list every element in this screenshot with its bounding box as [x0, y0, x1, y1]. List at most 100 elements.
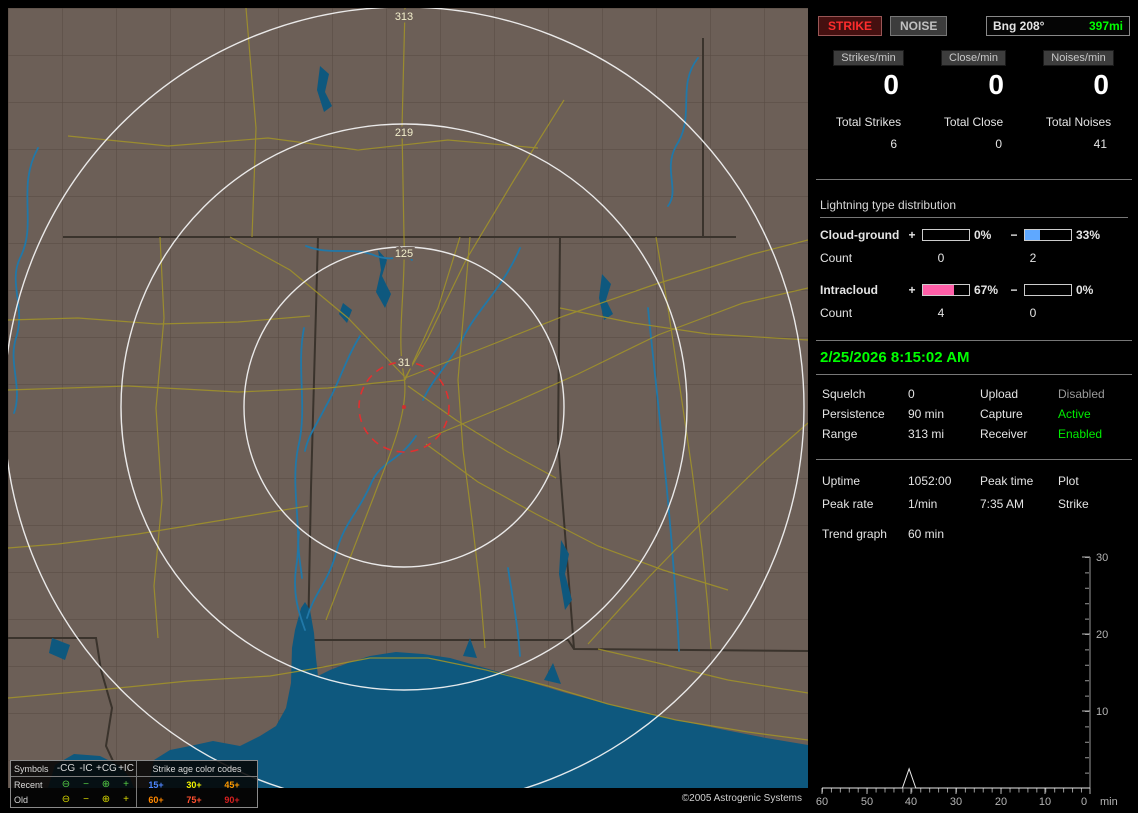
uptime-label: Uptime — [822, 474, 861, 488]
datetime-display: 2/25/2026 8:15:02 AM — [820, 349, 970, 366]
pos-cg-symbol-icon: ⊕ — [101, 778, 111, 790]
bearing-label: Bng 208° — [993, 19, 1045, 33]
peak-rate-label: Peak rate — [822, 497, 874, 511]
plus-sign: + — [908, 228, 916, 242]
total-strikes: Total Strikes 6 — [816, 115, 921, 151]
legend-row-label: Old — [14, 794, 29, 805]
separator — [816, 179, 1132, 180]
trend-graph: 30 20 10 60 50 40 30 20 10 0 min — [816, 552, 1118, 808]
neg-cg-symbol-icon: ⊖ — [61, 778, 71, 790]
legend-age-header: Strike age color codes — [136, 761, 257, 776]
legend-col-neg-ic: -IC — [79, 762, 93, 774]
age-code: 60+ — [148, 794, 164, 805]
total-close-value: 0 — [995, 137, 1002, 151]
trend-line — [822, 767, 1090, 789]
neg-ic-symbol-icon: − — [83, 778, 89, 790]
age-code: 45+ — [224, 779, 240, 790]
minus-bar — [1024, 229, 1072, 241]
total-strikes-label: Total Strikes — [835, 115, 902, 129]
minus-sign: − — [1010, 283, 1018, 297]
receiver-status: Enabled — [1058, 427, 1103, 441]
y-tick-label: 30 — [1096, 552, 1108, 564]
minus-bar — [1024, 284, 1072, 296]
plus-bar-fill — [923, 285, 954, 295]
range-ring-label: 219 — [395, 127, 413, 139]
persistence-label: Persistence — [822, 407, 885, 421]
plus-sign: + — [908, 283, 916, 297]
minus-percent: 33% — [1076, 228, 1101, 242]
pos-ic-symbol-icon: + — [123, 793, 129, 805]
plot-toggle-row: STRIKE NOISE Bng 208° 397mi — [816, 8, 1132, 36]
map-area: 313 219 125 31 Symbols -CG -IC +CG +IC S… — [8, 8, 808, 808]
plus-count: 0 — [937, 251, 945, 265]
legend-old-row: Old ⊖ − ⊕ + 60+ 75+ 90+ — [11, 792, 257, 807]
count-label: Count — [820, 306, 853, 320]
upload-status: Disabled — [1058, 387, 1105, 401]
y-tick-label: 10 — [1096, 706, 1108, 718]
map-canvas[interactable]: 313 219 125 31 — [8, 8, 808, 788]
legend-header-row: Symbols -CG -IC +CG +IC Strike age color… — [11, 761, 257, 777]
range-value: 313 mi — [908, 427, 945, 441]
major-ticks — [821, 556, 1091, 794]
strike-button[interactable]: STRIKE — [818, 16, 883, 36]
bearing-display: Bng 208° 397mi — [986, 16, 1130, 36]
detector-location — [402, 405, 406, 409]
receiver-label: Receiver — [980, 427, 1028, 441]
trend-graph-window: 60 min — [908, 527, 945, 541]
distribution-type-label: Cloud-ground — [820, 228, 900, 242]
noises-per-min-label[interactable]: Noises/min — [1043, 50, 1114, 66]
pos-cg-symbol-icon: ⊕ — [101, 793, 111, 805]
minus-count: 2 — [1029, 251, 1037, 265]
plus-bar — [922, 229, 970, 241]
distribution-type-label: Intracloud — [820, 283, 879, 297]
age-code: 75+ — [186, 794, 202, 805]
x-axis-unit: min — [1100, 796, 1118, 808]
upload-label: Upload — [980, 387, 1019, 401]
strikes-per-min-label[interactable]: Strikes/min — [833, 50, 904, 66]
neg-ic-symbol-icon: − — [83, 793, 89, 805]
count-label: Count — [820, 251, 853, 265]
plus-count: 4 — [937, 306, 945, 320]
persistence-value: 90 min — [908, 407, 945, 421]
x-tick-label: 50 — [861, 796, 873, 808]
age-code: 90+ — [224, 794, 240, 805]
y-tick-label: 20 — [1096, 629, 1108, 641]
status-panel: STRIKE NOISE Bng 208° 397mi Strikes/min … — [816, 8, 1132, 808]
x-tick-label: 30 — [950, 796, 962, 808]
pos-ic-symbol-icon: + — [123, 778, 129, 790]
plus-percent: 0% — [974, 228, 992, 242]
neg-cg-symbol-icon: ⊖ — [61, 793, 71, 805]
rates-row: Strikes/min 0 Close/min 0 Noises/min 0 — [816, 50, 1132, 101]
plus-bar — [922, 284, 970, 296]
total-close-label: Total Close — [943, 115, 1004, 129]
cloud-ground-count-row: Count 0 2 — [820, 251, 1128, 265]
bearing-distance: 397mi — [1088, 19, 1123, 33]
total-strikes-value: 6 — [890, 137, 897, 151]
legend-row-label: Recent — [14, 779, 43, 790]
distribution-title: Lightning type distribution — [820, 198, 1128, 218]
strikes-per-min-value: 0 — [883, 69, 899, 100]
totals-row: Total Strikes 6 Total Close 0 Total Nois… — [816, 115, 1132, 151]
close-per-min-label[interactable]: Close/min — [941, 50, 1006, 66]
total-noises: Total Noises 41 — [1026, 115, 1131, 151]
uptime-value: 1052:00 — [908, 474, 952, 488]
plot-value: Strike — [1058, 497, 1089, 511]
noise-button[interactable]: NOISE — [890, 16, 948, 36]
legend-col-neg-cg: -CG — [56, 762, 76, 774]
age-code: 30+ — [186, 779, 202, 790]
range-ring-label: 313 — [395, 11, 413, 23]
intracloud-row: Intracloud + 67% − 0% — [820, 283, 1128, 297]
age-code: 15+ — [148, 779, 164, 790]
minus-count: 0 — [1029, 306, 1037, 320]
x-tick-label: 20 — [995, 796, 1007, 808]
cloud-ground-row: Cloud-ground + 0% − 33% — [820, 228, 1128, 242]
trend-graph-label: Trend graph — [822, 527, 887, 541]
peak-time-value: 7:35 AM — [980, 497, 1025, 511]
separator — [816, 340, 1132, 341]
minus-percent: 0% — [1076, 283, 1094, 297]
x-tick-label: 40 — [905, 796, 917, 808]
plus-percent: 67% — [974, 283, 999, 297]
minus-sign: − — [1010, 228, 1018, 242]
close-per-min-value: 0 — [988, 69, 1004, 100]
separator — [816, 459, 1132, 460]
